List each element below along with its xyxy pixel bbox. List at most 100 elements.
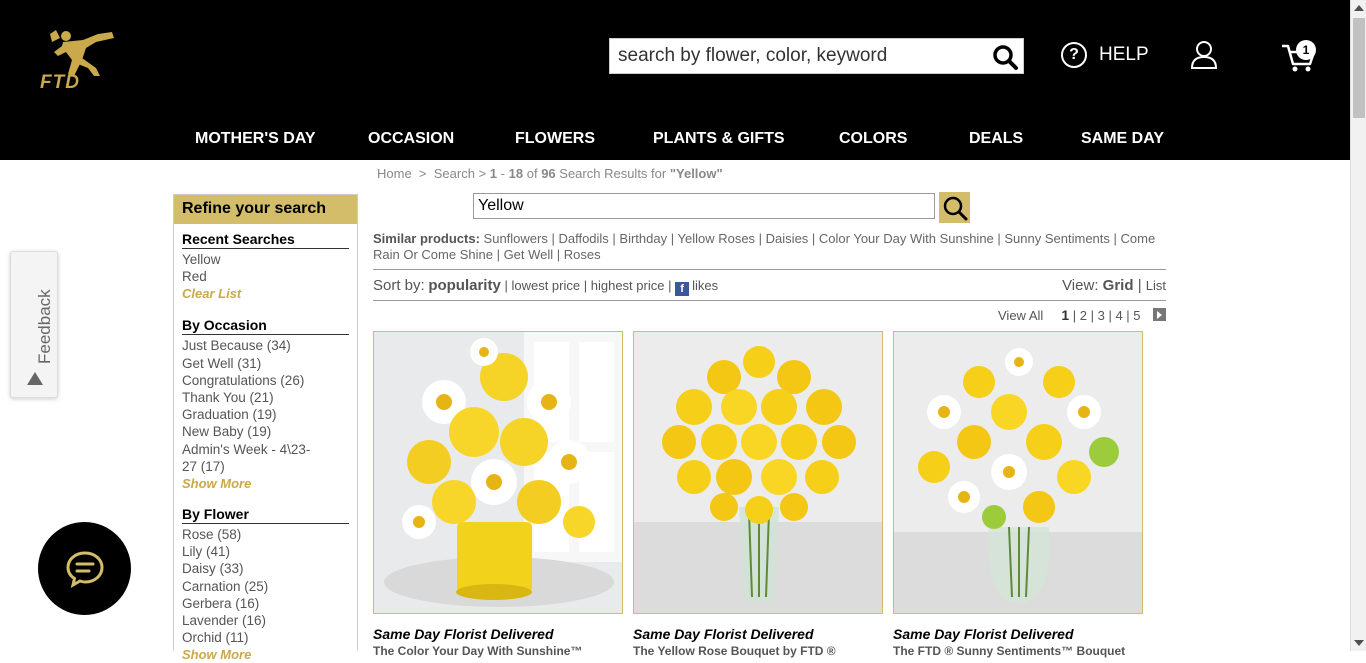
page-link[interactable]: 2: [1080, 308, 1087, 323]
sort-highest-price[interactable]: highest price: [591, 278, 665, 293]
sort-popularity[interactable]: popularity: [428, 277, 501, 294]
page-link[interactable]: 5: [1133, 308, 1140, 323]
similar-link[interactable]: Birthday: [619, 231, 667, 246]
sort-likes[interactable]: likes: [692, 278, 718, 293]
recent-search-item[interactable]: Red: [182, 268, 349, 285]
breadcrumb-range-end: 18: [508, 166, 524, 181]
flower-item[interactable]: Orchid (11): [182, 629, 349, 646]
breadcrumb-home[interactable]: Home: [377, 166, 412, 181]
similar-link[interactable]: Daffodils: [558, 231, 608, 246]
recent-searches-section: Recent Searches Yellow Red Clear List: [174, 224, 357, 302]
product-image[interactable]: [893, 331, 1143, 614]
similar-link[interactable]: Get Well: [504, 247, 554, 262]
chat-button[interactable]: [38, 522, 131, 615]
product-image[interactable]: [633, 331, 883, 614]
nav-plants-gifts[interactable]: PLANTS & GIFTS: [653, 130, 785, 148]
occasion-item[interactable]: New Baby (19): [182, 423, 349, 440]
help-label: HELP: [1099, 44, 1149, 65]
occasion-item[interactable]: Admin's Week - 4\23-: [182, 441, 349, 458]
facebook-icon: f: [675, 282, 690, 296]
mercury-icon: [50, 30, 114, 76]
flower-item[interactable]: Rose (58): [182, 526, 349, 543]
account-icon[interactable]: [1190, 40, 1218, 70]
view-toggle: View: Grid | List: [1062, 277, 1166, 294]
nav-deals[interactable]: DEALS: [969, 130, 1023, 148]
sort-lowest-price[interactable]: lowest price: [511, 278, 580, 293]
occasion-item[interactable]: Graduation (19): [182, 406, 349, 423]
page-link[interactable]: 3: [1098, 308, 1105, 323]
similar-link[interactable]: Sunflowers: [484, 231, 548, 246]
results-search-button[interactable]: [939, 192, 970, 223]
occasion-section: By Occasion Just Because (34) Get Well (…: [174, 302, 357, 492]
view-all-link[interactable]: View All: [998, 308, 1043, 323]
breadcrumb-total: 96: [541, 166, 556, 181]
flower-item[interactable]: Gerbera (16): [182, 595, 349, 612]
refine-heading: Refine your search: [174, 195, 357, 224]
nav-mothers-day[interactable]: MOTHER'S DAY: [195, 130, 316, 148]
occasion-show-more-link[interactable]: Show More: [182, 475, 349, 492]
refine-sidebar: Refine your search Recent Searches Yello…: [173, 194, 358, 662]
similar-label: Similar products:: [373, 231, 480, 246]
site-search: [609, 38, 1024, 74]
view-grid[interactable]: Grid: [1103, 277, 1134, 294]
occasion-item[interactable]: Get Well (31): [182, 355, 349, 372]
recent-searches-title: Recent Searches: [182, 231, 349, 249]
ftd-logo[interactable]: FTD: [38, 28, 118, 94]
product-name[interactable]: The Yellow Rose Bouquet by FTD ®: [633, 644, 836, 658]
product-title[interactable]: Same Day Florist Delivered: [633, 626, 814, 642]
similar-link[interactable]: Roses: [564, 247, 601, 262]
similar-products: Similar products: Sunflowers | Daffodils…: [373, 231, 1156, 262]
view-list[interactable]: List: [1146, 278, 1166, 293]
similar-link[interactable]: Daisies: [766, 231, 809, 246]
occasion-item[interactable]: Congratulations (26): [182, 372, 349, 389]
site-search-input[interactable]: [610, 39, 980, 73]
occasion-item[interactable]: Just Because (34): [182, 337, 349, 354]
scroll-up-arrow[interactable]: [1354, 5, 1364, 11]
results-search-input[interactable]: [474, 194, 934, 218]
flower-show-more-link[interactable]: Show More: [182, 646, 349, 663]
flower-item[interactable]: Lavender (16): [182, 612, 349, 629]
occasion-item[interactable]: Thank You (21): [182, 389, 349, 406]
page-link-current[interactable]: 1: [1061, 307, 1069, 323]
nav-occasion[interactable]: OCCASION: [368, 130, 454, 148]
breadcrumb-range-start: 1: [489, 166, 498, 181]
feedback-tab[interactable]: Feedback: [10, 251, 58, 398]
similar-link[interactable]: Yellow Roses: [678, 231, 756, 246]
nav-same-day[interactable]: SAME DAY: [1081, 130, 1164, 148]
product-title[interactable]: Same Day Florist Delivered: [373, 626, 554, 642]
flower-item[interactable]: Lily (41): [182, 543, 349, 560]
help-icon: ?: [1061, 42, 1087, 68]
scroll-thumb[interactable]: [1353, 18, 1365, 118]
nav-colors[interactable]: COLORS: [839, 130, 907, 148]
page-link[interactable]: 4: [1115, 308, 1122, 323]
product-image[interactable]: [373, 331, 623, 614]
cart-count-badge: 1: [1296, 40, 1316, 60]
flower-item[interactable]: Carnation (25): [182, 578, 349, 595]
yellow-bouquet-bucket-image: [374, 332, 622, 613]
clear-list-link[interactable]: Clear List: [182, 285, 349, 302]
occasion-item[interactable]: 27 (17): [182, 458, 349, 475]
product-title[interactable]: Same Day Florist Delivered: [893, 626, 1074, 642]
scroll-down-arrow[interactable]: [1354, 640, 1364, 646]
page-scrollbar[interactable]: [1350, 0, 1366, 651]
product-name[interactable]: The FTD ® Sunny Sentiments™ Bouquet: [893, 644, 1125, 658]
breadcrumb: Home > Search > 1 - 18 of 96 Search Resu…: [377, 166, 723, 181]
flower-item[interactable]: Daisy (33): [182, 560, 349, 577]
product-name[interactable]: The Color Your Day With Sunshine™: [373, 644, 582, 658]
yellow-rose-bouquet-image: [634, 332, 882, 613]
help-link[interactable]: ? HELP: [1061, 42, 1149, 68]
view-label: View:: [1062, 277, 1099, 294]
breadcrumb-search[interactable]: Search: [434, 166, 475, 181]
recent-search-item[interactable]: Yellow: [182, 251, 349, 268]
main-nav: MOTHER'S DAY OCCASION FLOWERS PLANTS & G…: [0, 130, 1350, 152]
sort-options: Sort by: popularity | lowest price | hig…: [373, 277, 719, 296]
similar-link[interactable]: Sunny Sentiments: [1004, 231, 1110, 246]
chat-bubble-icon: [65, 550, 104, 588]
pagination: View All 1 | 2 | 3 | 4 | 5: [998, 307, 1141, 323]
nav-flowers[interactable]: FLOWERS: [515, 130, 595, 148]
next-page-button[interactable]: [1153, 308, 1166, 321]
search-icon[interactable]: [991, 43, 1019, 71]
sort-bar: Sort by: popularity | lowest price | hig…: [373, 269, 1166, 301]
search-icon: [943, 196, 967, 220]
similar-link[interactable]: Color Your Day With Sunshine: [819, 231, 994, 246]
